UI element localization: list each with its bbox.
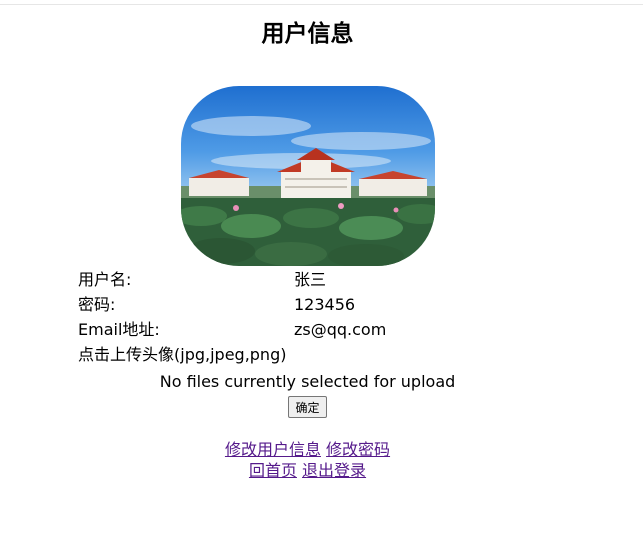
profile-info: 用户名: 张三 密码: 123456 Email地址: zs@qq.com <box>78 270 478 345</box>
logout-link[interactable]: 退出登录 <box>302 461 366 480</box>
home-link[interactable]: 回首页 <box>249 461 297 480</box>
email-row: Email地址: zs@qq.com <box>78 320 478 345</box>
username-value: 张三 <box>294 270 327 289</box>
avatar-upload-label[interactable]: 点击上传头像(jpg,jpeg,png) <box>78 345 286 365</box>
change-password-link[interactable]: 修改密码 <box>326 440 390 459</box>
file-status-text: No files currently selected for upload <box>159 372 456 391</box>
username-row: 用户名: 张三 <box>78 270 478 295</box>
top-divider <box>0 4 643 5</box>
account-links: 修改用户信息 修改密码 <box>0 439 615 460</box>
password-label: 密码: <box>78 295 116 314</box>
confirm-button[interactable]: 确定 <box>288 396 327 418</box>
nav-links: 回首页 退出登录 <box>0 460 615 481</box>
password-row: 密码: 123456 <box>78 295 478 320</box>
confirm-wrap: 确定 <box>0 396 615 418</box>
page-title: 用户信息 <box>261 21 354 47</box>
username-label: 用户名: <box>78 270 132 289</box>
edit-user-info-link[interactable]: 修改用户信息 <box>225 440 321 459</box>
email-value: zs@qq.com <box>294 320 387 339</box>
password-value: 123456 <box>294 295 356 314</box>
avatar-image <box>181 86 435 266</box>
email-label: Email地址: <box>78 320 160 339</box>
